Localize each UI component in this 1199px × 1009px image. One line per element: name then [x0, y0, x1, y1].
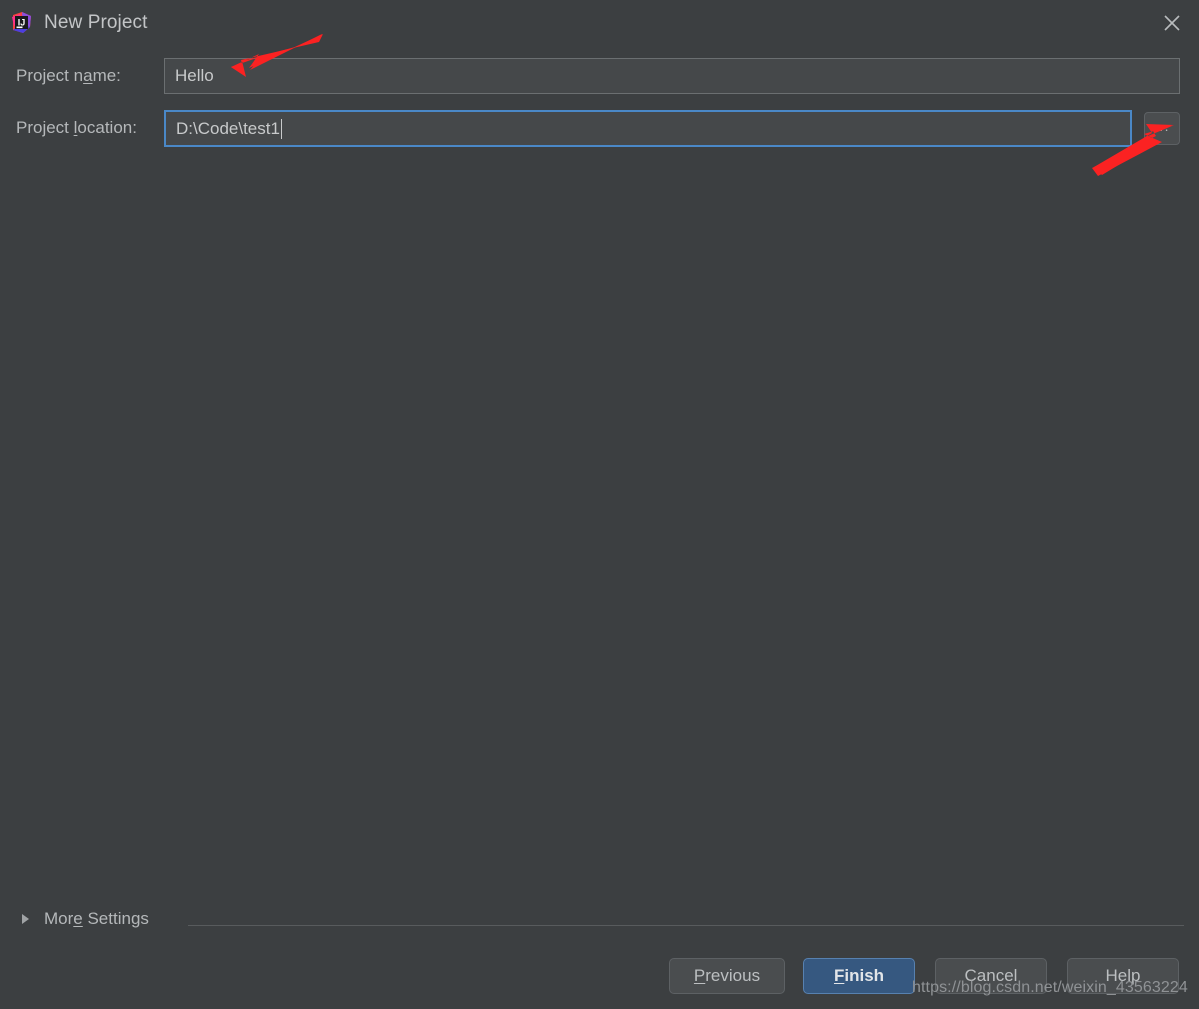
text-caret — [280, 118, 282, 139]
watermark-url: https://blog.csdn.net/weixin_43563224 — [912, 979, 1188, 996]
project-name-mnemonic: a — [83, 66, 93, 85]
project-name-value: Hello — [175, 66, 214, 85]
section-separator — [188, 925, 1184, 926]
intellij-idea-logo-icon: IJ — [10, 11, 34, 35]
project-location-value: D:\Code\test1 — [176, 118, 280, 138]
project-name-label: Project name: — [16, 66, 121, 85]
more-settings-mnemonic: e — [73, 909, 83, 928]
project-location-label: Project location: — [16, 118, 137, 137]
previous-button[interactable]: Previous — [669, 958, 785, 994]
ellipsis-icon: ... — [1153, 117, 1171, 134]
svg-text:IJ: IJ — [18, 18, 26, 28]
more-settings-label: More Settings — [44, 909, 149, 928]
finish-button[interactable]: Finish — [803, 958, 915, 994]
browse-folder-button[interactable]: ... — [1144, 112, 1180, 145]
more-settings-section: More Settings — [0, 905, 1199, 937]
more-settings-toggle[interactable]: More Settings — [22, 909, 149, 929]
project-name-input[interactable]: Hello — [164, 58, 1180, 94]
window-title-bar: IJ New Project — [0, 0, 1199, 45]
window-title: New Project — [44, 12, 148, 33]
chevron-right-icon — [22, 914, 29, 924]
project-location-input[interactable]: D:\Code\test1 — [164, 110, 1132, 147]
close-icon[interactable] — [1155, 6, 1189, 40]
